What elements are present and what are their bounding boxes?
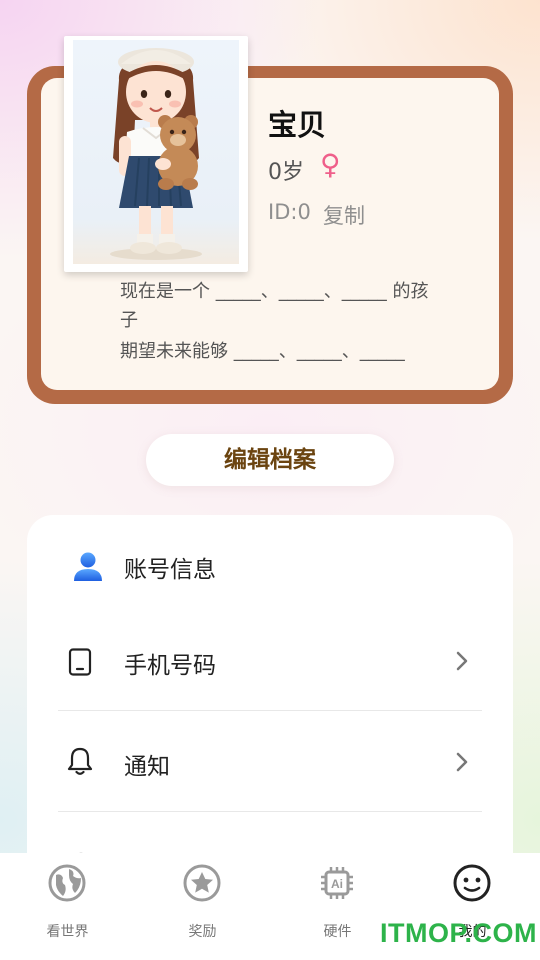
ai-chip-icon: Ai — [317, 863, 357, 907]
menu-item-label: 通知 — [124, 754, 170, 780]
menu-item-label: 手机号码 — [124, 653, 216, 679]
tab-rewards[interactable]: 奖励 — [135, 853, 270, 960]
svg-text:Ai: Ai — [331, 877, 343, 891]
phone-icon — [68, 648, 92, 680]
chevron-right-icon — [455, 651, 469, 675]
bell-icon — [66, 746, 94, 780]
female-icon: ♀ — [320, 148, 341, 181]
menu-item-label: 账号信息 — [124, 557, 216, 583]
chevron-right-icon — [455, 752, 469, 776]
menu-item-account-info[interactable]: 账号信息 — [27, 515, 513, 615]
girl-with-teddy-illustration — [110, 48, 202, 260]
user-icon — [73, 551, 103, 585]
profile-name: 宝贝 — [268, 108, 327, 142]
tab-explore-world[interactable]: 看世界 — [0, 853, 135, 960]
globe-icon — [47, 863, 87, 907]
profile-description-line2: 子 — [120, 310, 138, 331]
smiley-icon — [452, 863, 492, 907]
profile-description-line1: 现在是一个 _____、_____、_____ 的孩 — [120, 281, 429, 302]
profile-id: ID:0 — [268, 200, 311, 224]
edit-profile-button[interactable]: 编辑档案 — [146, 434, 394, 486]
profile-age: 0岁 — [268, 160, 304, 185]
menu-item-phone-number[interactable]: 手机号码 — [27, 610, 513, 710]
tab-label: 看世界 — [46, 924, 89, 940]
tab-label: 奖励 — [188, 924, 217, 940]
star-icon — [182, 863, 222, 907]
watermark: ITMOP.COM — [380, 918, 538, 948]
avatar-photo[interactable] — [64, 36, 248, 272]
avatar-illustration — [73, 40, 239, 264]
profile-expectation-line: 期望未来能够 _____、_____、_____ — [120, 341, 405, 362]
copy-id-button[interactable]: 复制 — [323, 200, 365, 230]
menu-item-notifications[interactable]: 通知 — [27, 711, 513, 811]
